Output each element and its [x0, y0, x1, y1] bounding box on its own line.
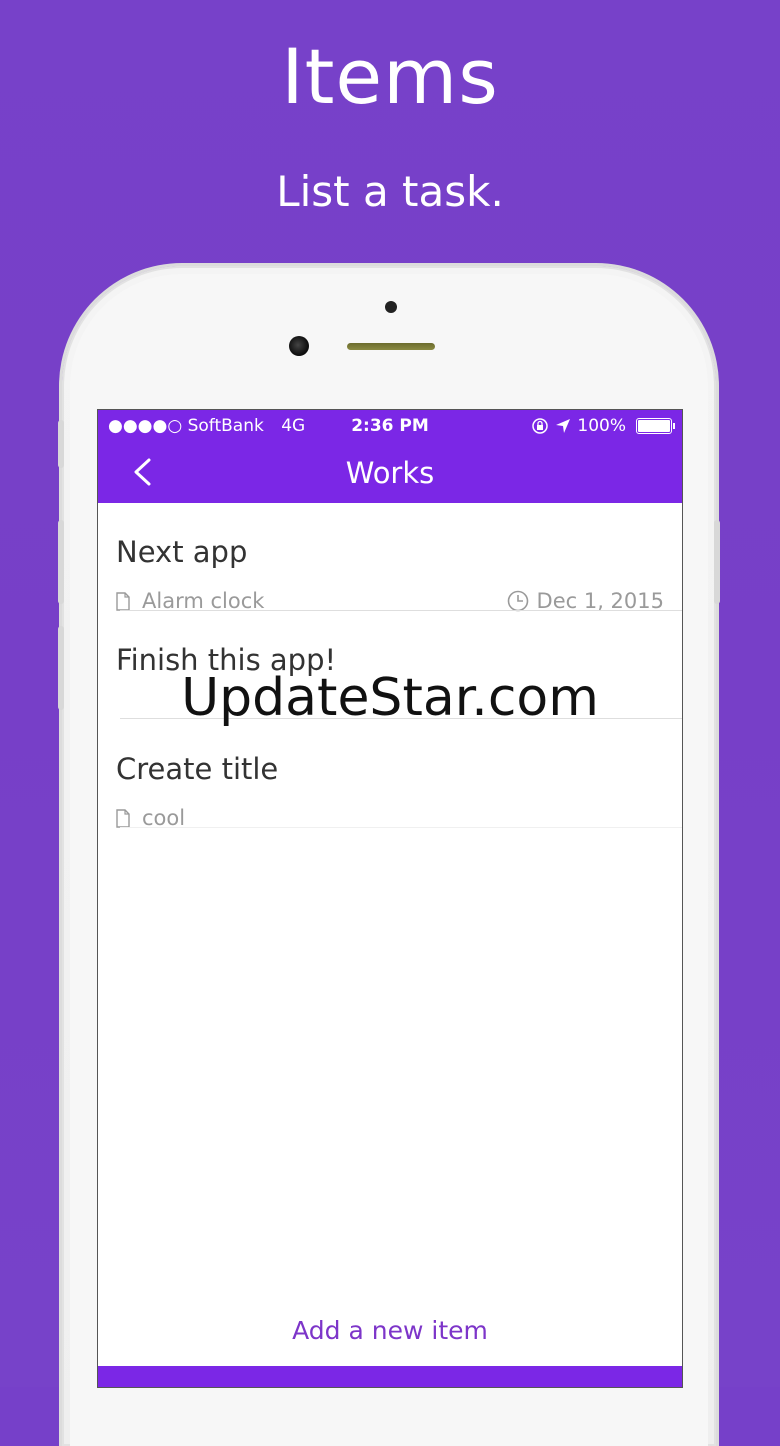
item-title: Finish this app!	[116, 643, 337, 677]
promo-headline: Items	[281, 32, 499, 121]
document-icon	[116, 808, 130, 828]
add-item-button[interactable]: Add a new item	[98, 1316, 682, 1345]
volume-down-button	[58, 626, 64, 710]
location-icon	[556, 419, 571, 433]
row-divider	[120, 827, 682, 828]
power-button	[714, 520, 720, 604]
volume-up-button	[58, 520, 64, 604]
list-item[interactable]: Next app Alarm clock Dec 1, 2015	[98, 503, 682, 613]
phone-screen: ●●●●○ SoftBank 4G 2:36 PM 100% Works Nex…	[98, 410, 682, 1387]
promo-subline: List a task.	[276, 167, 504, 216]
status-bar: ●●●●○ SoftBank 4G 2:36 PM 100%	[98, 410, 682, 442]
nav-bar: Works	[98, 442, 682, 503]
proximity-sensor	[385, 301, 397, 313]
list-item[interactable]: Finish this app!	[98, 611, 682, 719]
nav-title: Works	[345, 456, 435, 490]
row-divider	[120, 718, 682, 719]
battery-icon	[636, 418, 675, 434]
orientation-lock-icon	[532, 418, 549, 434]
document-icon	[116, 591, 130, 611]
battery-percent: 100%	[577, 416, 626, 436]
bottom-toolbar	[98, 1366, 682, 1387]
item-title: Next app	[116, 535, 248, 569]
mute-switch	[58, 420, 64, 468]
item-title: Create title	[116, 752, 279, 786]
earpiece-speaker	[347, 343, 435, 350]
list-item[interactable]: Create title cool	[98, 720, 682, 830]
status-right: 100%	[531, 416, 675, 436]
clock-icon	[507, 590, 528, 612]
front-camera	[289, 336, 309, 356]
